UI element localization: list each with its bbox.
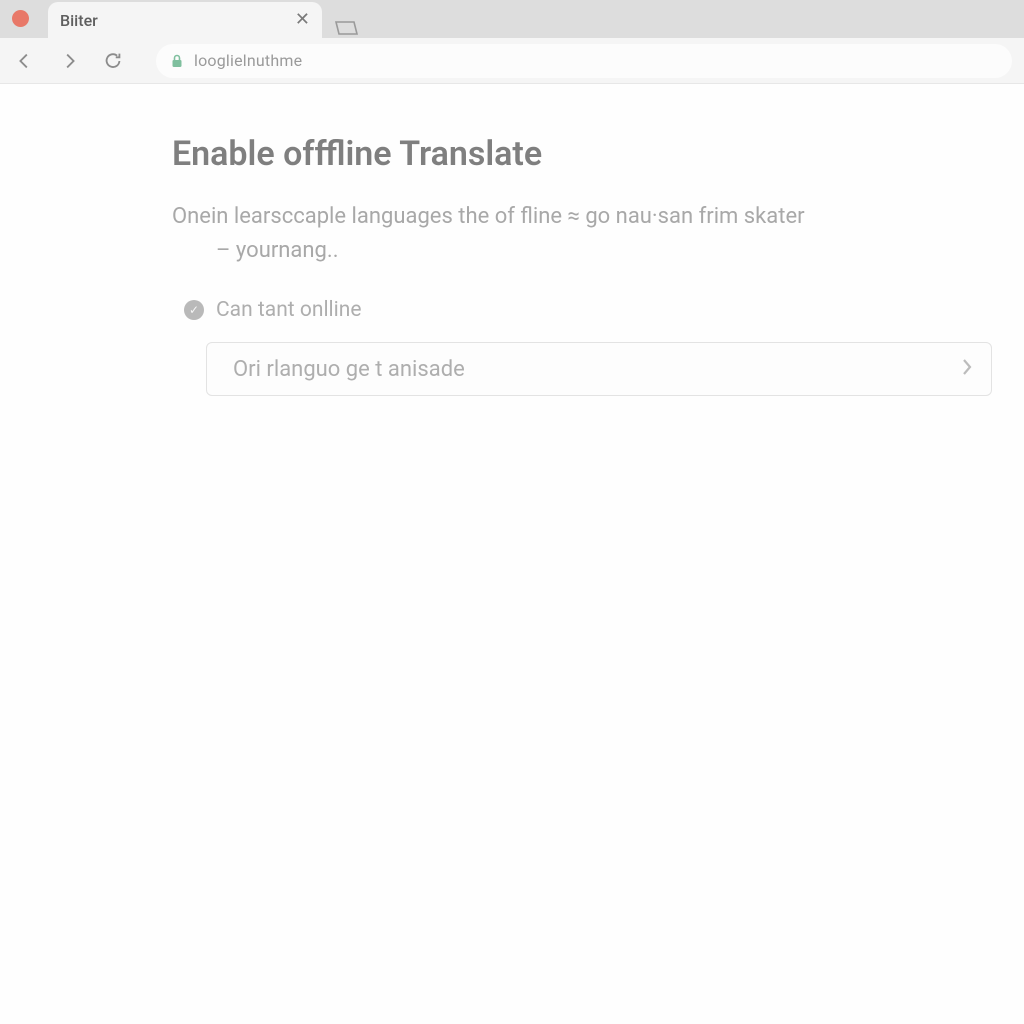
browser-toolbar: looglielnuthme (0, 38, 1024, 84)
tab-title: Biiter (60, 11, 285, 30)
address-bar[interactable]: looglielnuthme (156, 44, 1012, 78)
tab-favicon (12, 10, 29, 27)
status-row: ✓ Can tant onlline (184, 298, 1024, 322)
chevron-right-icon (961, 358, 973, 380)
tab-strip: Biiter ✕ (0, 0, 1024, 38)
back-button[interactable] (12, 48, 38, 74)
forward-button[interactable] (56, 48, 82, 74)
new-tab-button[interactable] (332, 18, 360, 38)
reload-button[interactable] (100, 48, 126, 74)
browser-tab[interactable]: Biiter ✕ (48, 2, 322, 38)
page-description: Onein learsccaple languages the of fline… (172, 200, 872, 268)
option-label: Ori rlanguo ge t anisade (233, 357, 465, 382)
close-icon[interactable]: ✕ (295, 11, 310, 29)
address-text: looglielnuthme (194, 51, 302, 70)
page-title: Enable offfline Translate (172, 134, 1024, 174)
check-icon: ✓ (184, 300, 204, 320)
status-text: Can tant onlline (216, 298, 362, 322)
page-content: Enable offfline Translate Onein learscca… (0, 84, 1024, 1024)
page-description-line1: Onein learsccaple languages the of fline… (172, 204, 805, 229)
language-option-row[interactable]: Ori rlanguo ge t anisade (206, 342, 992, 396)
page-description-line2: – yournang.. (172, 234, 872, 268)
lock-icon (170, 53, 184, 69)
